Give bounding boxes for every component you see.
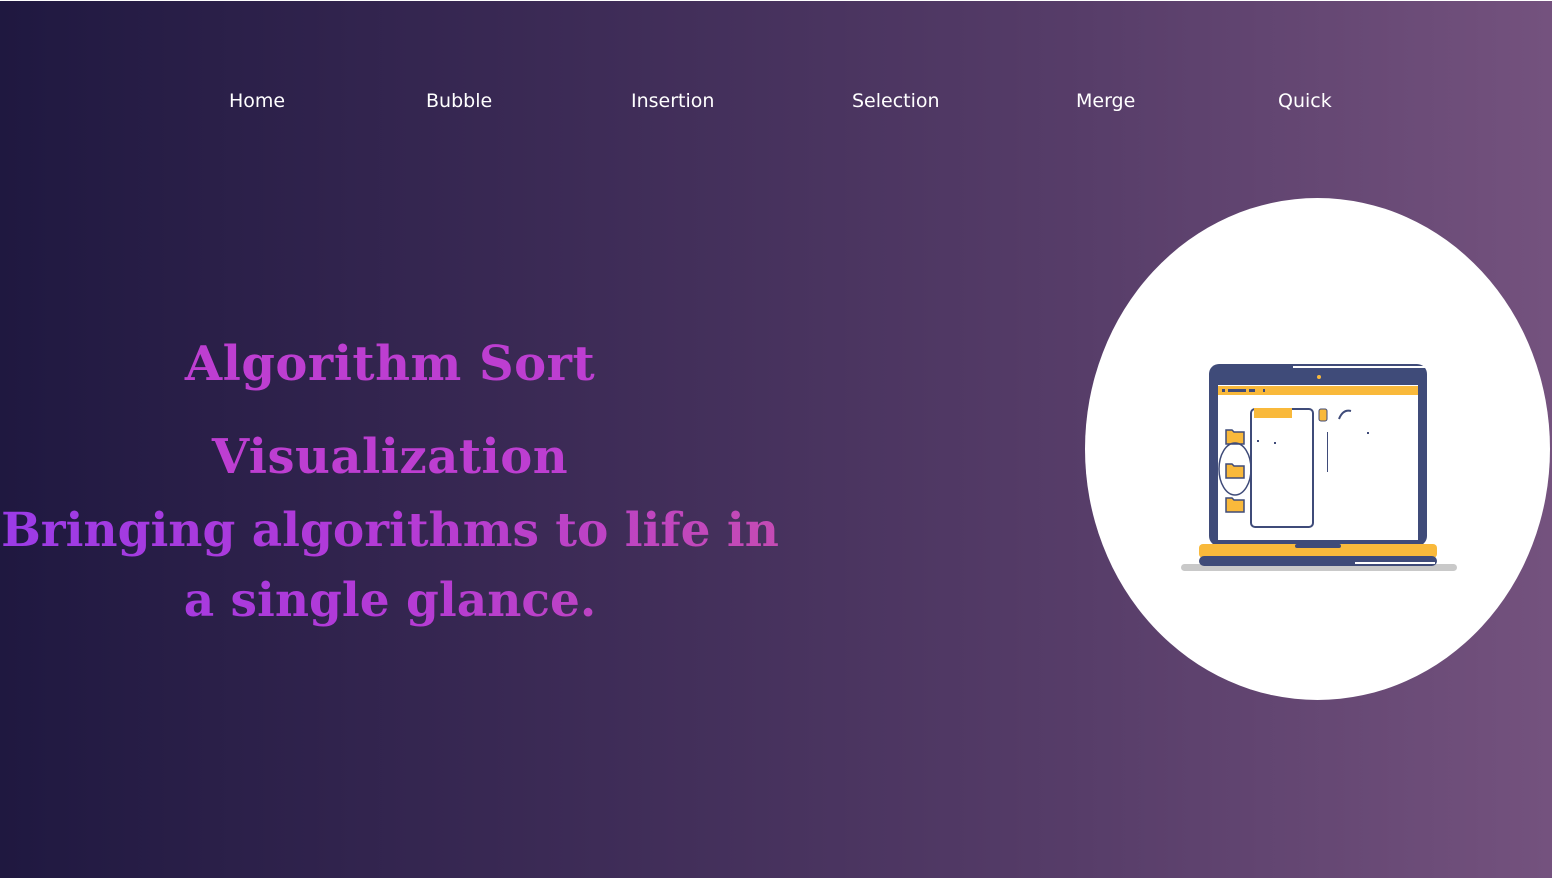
- nav-bubble-link[interactable]: Bubble: [426, 90, 492, 112]
- hero-title-line1: Algorithm Sort: [184, 336, 596, 392]
- hero-tagline: Bringing algorithms to life in a single …: [0, 496, 780, 636]
- hero-title: Algorithm Sort Visualization: [0, 318, 780, 504]
- main-nav: Home Bubble Insertion Selection Merge Qu…: [0, 90, 1552, 116]
- nav-selection-link[interactable]: Selection: [852, 90, 940, 112]
- nav-home-link[interactable]: Home: [229, 90, 285, 112]
- nav-quick-link[interactable]: Quick: [1278, 90, 1332, 112]
- hero-title-line2: Visualization: [211, 429, 569, 485]
- top-border-line: [0, 0, 1552, 1]
- nav-insertion-link[interactable]: Insertion: [631, 90, 714, 112]
- nav-merge-link[interactable]: Merge: [1076, 90, 1135, 112]
- hero-section: Algorithm Sort Visualization Bringing al…: [0, 318, 780, 636]
- hero-illustration: [1085, 198, 1550, 700]
- laptop-folders-illustration-icon: [1181, 364, 1457, 571]
